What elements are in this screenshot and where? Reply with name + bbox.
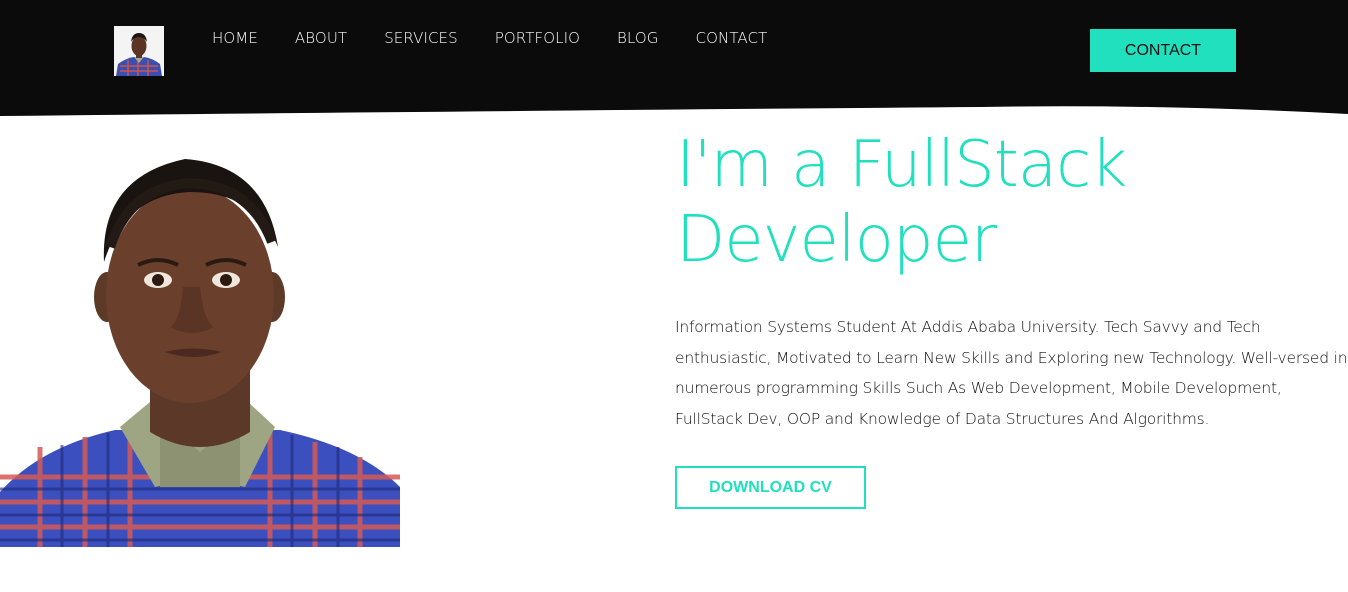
hero-title: I'm a FullStack Developer	[676, 128, 1127, 278]
download-cv-button[interactable]: DOWNLOAD CV	[675, 466, 866, 509]
nav-portfolio[interactable]: PORTFOLIO	[495, 29, 580, 47]
nav-about[interactable]: ABOUT	[295, 29, 347, 47]
hero-title-line-2: Developer	[676, 203, 997, 277]
hero-title-line-1: I'm a FullStack	[676, 128, 1127, 202]
logo-avatar[interactable]	[114, 26, 164, 76]
nav-contact[interactable]: CONTACT	[696, 29, 768, 47]
nav-services[interactable]: SERVICES	[384, 29, 458, 47]
hero-bio: Information Systems Student At Addis Aba…	[675, 318, 1348, 429]
main-nav: HOME ABOUT SERVICES PORTFOLIO BLOG CONTA…	[212, 29, 767, 47]
profile-photo	[0, 147, 400, 547]
contact-button[interactable]: CONTACT	[1090, 29, 1236, 72]
nav-blog[interactable]: BLOG	[617, 29, 658, 47]
site-header: HOME ABOUT SERVICES PORTFOLIO BLOG CONTA…	[0, 0, 1348, 118]
nav-home[interactable]: HOME	[212, 29, 258, 47]
